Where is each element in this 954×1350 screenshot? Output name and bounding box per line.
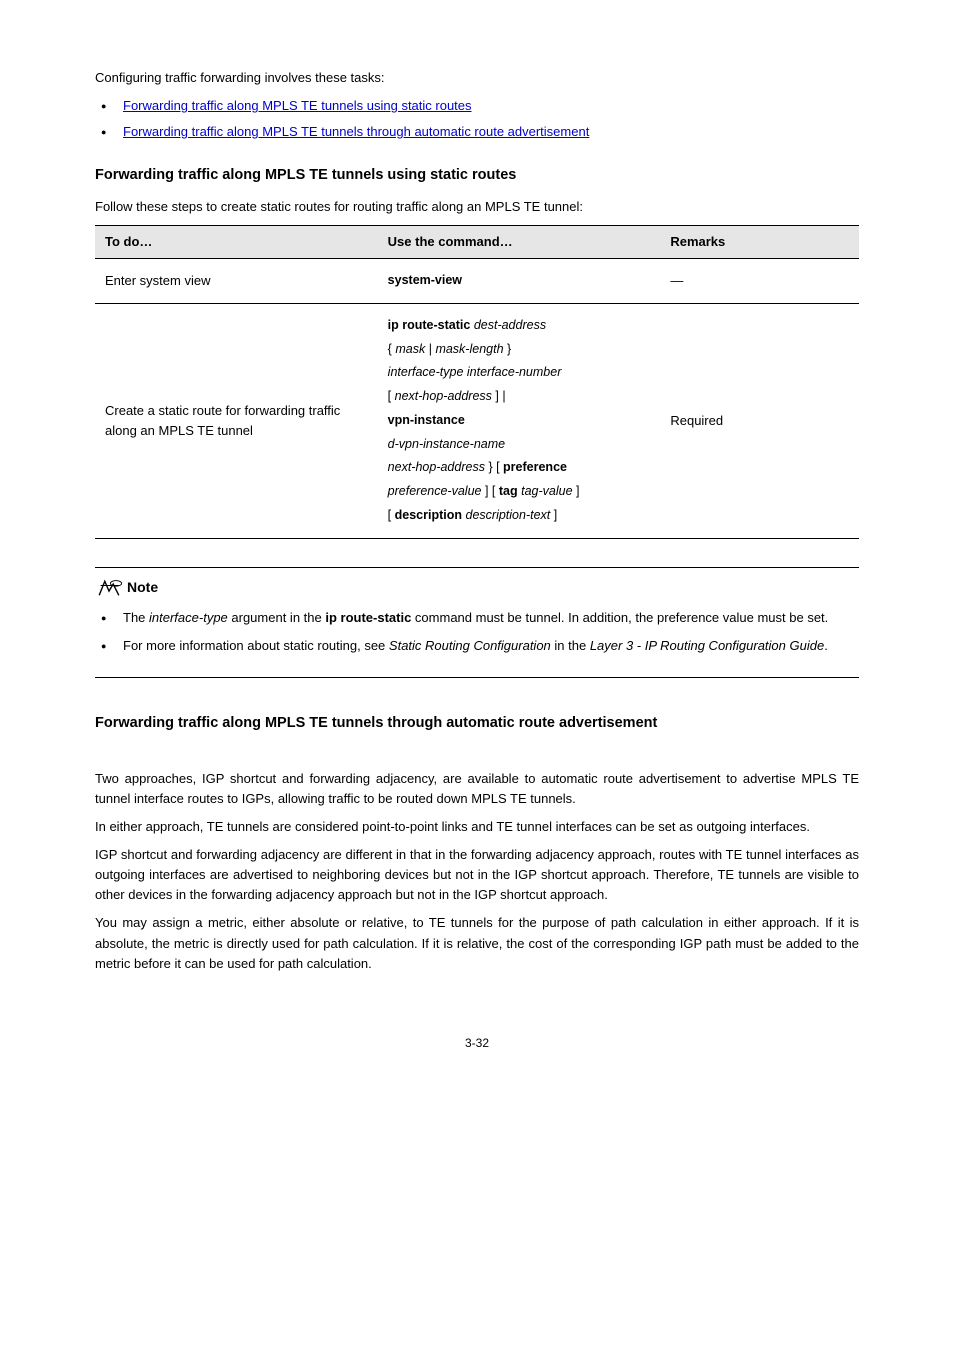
note-1-mid: argument in the xyxy=(228,610,326,625)
sep-mid: ] [ xyxy=(485,484,495,498)
note-1-arg: interface-type xyxy=(149,610,228,625)
arg-ifctype: interface-type interface-number xyxy=(388,365,562,379)
arg-masklen: mask-length xyxy=(435,342,503,356)
intro-bullet-list: Forwarding traffic along MPLS TE tunnels… xyxy=(95,96,859,142)
cell-remarks-2: Required xyxy=(660,303,859,538)
intro-bullet-2: Forwarding traffic along MPLS TE tunnels… xyxy=(95,122,859,142)
note-2-pre: For more information about static routin… xyxy=(123,638,389,653)
static-routes-lead: Follow these steps to create static rout… xyxy=(95,197,859,217)
table-row: Create a static route for forwarding tra… xyxy=(95,303,859,538)
auto-p2: In either approach, TE tunnels are consi… xyxy=(95,817,859,837)
cell-todo-1: Enter system view xyxy=(95,259,378,304)
intro-lead: Configuring traffic forwarding involves … xyxy=(95,68,859,88)
arg-desc: description-text xyxy=(466,508,551,522)
cmd-system-view: system-view xyxy=(388,273,462,287)
note-separator-top xyxy=(95,567,859,568)
note-header: Note xyxy=(95,578,859,600)
page-number: 3-32 xyxy=(95,1034,859,1053)
cell-todo-2: Create a static route for forwarding tra… xyxy=(95,303,378,538)
kw-iproute: ip route-static xyxy=(388,318,471,332)
arg-mask: mask xyxy=(395,342,425,356)
auto-p3: IGP shortcut and forwarding adjacency ar… xyxy=(95,845,859,905)
intro-bullet-1: Forwarding traffic along MPLS TE tunnels… xyxy=(95,96,859,116)
note-list: The interface-type argument in the ip ro… xyxy=(95,606,859,659)
note-2-mid: in the xyxy=(551,638,590,653)
sep-close2: ] xyxy=(554,508,557,522)
note-2-ital2: Layer 3 - IP Routing Configuration Guide xyxy=(590,638,824,653)
cell-cmd-2: ip route-static dest-address { mask | ma… xyxy=(378,303,661,538)
sep-brk-open: [ xyxy=(388,389,391,403)
sep-mid2: ] xyxy=(576,484,579,498)
cell-cmd-1: system-view xyxy=(378,259,661,304)
auto-p1: Two approaches, IGP shortcut and forward… xyxy=(95,769,859,809)
note-2-post: . xyxy=(824,638,828,653)
sep-brace-close: } xyxy=(507,342,511,356)
kw-desc: description xyxy=(395,508,462,522)
note-icon xyxy=(95,578,123,600)
table-header-todo: To do… xyxy=(95,226,378,259)
note-1-post: command must be tunnel. In addition, the… xyxy=(411,610,828,625)
sep-brace-open: { xyxy=(388,342,392,356)
arg-nexthop: next-hop-address xyxy=(395,389,492,403)
auto-p4: You may assign a metric, either absolute… xyxy=(95,913,859,973)
note-1-pre: The xyxy=(123,610,149,625)
note-2-ital1: Static Routing Configuration xyxy=(389,638,551,653)
note-item-2: For more information about static routin… xyxy=(95,634,859,659)
sep-close-brace: } [ xyxy=(488,460,499,474)
cell-remarks-1: — xyxy=(660,259,859,304)
arg-nexthop2: next-hop-address xyxy=(388,460,485,474)
link-static-routes[interactable]: Forwarding traffic along MPLS TE tunnels… xyxy=(123,98,472,113)
table-header-remarks: Remarks xyxy=(660,226,859,259)
table-row: Enter system view system-view — xyxy=(95,259,859,304)
sep-open2: [ xyxy=(388,508,391,522)
sep-brk-close: ] | xyxy=(495,389,505,403)
note-label: Note xyxy=(127,577,158,599)
arg-tagval: tag-value xyxy=(521,484,572,498)
auto-route-heading: Forwarding traffic along MPLS TE tunnels… xyxy=(95,712,859,734)
note-separator-bottom xyxy=(95,677,859,678)
table-header-command: Use the command… xyxy=(378,226,661,259)
note-item-1: The interface-type argument in the ip ro… xyxy=(95,606,859,631)
arg-prefval: preference-value xyxy=(388,484,482,498)
kw-tag: tag xyxy=(499,484,518,498)
link-auto-advertisement[interactable]: Forwarding traffic along MPLS TE tunnels… xyxy=(123,124,589,139)
arg-dest: dest-address xyxy=(474,318,546,332)
config-table: To do… Use the command… Remarks Enter sy… xyxy=(95,225,859,539)
note-1-cmd: ip route-static xyxy=(325,610,411,625)
arg-dvpn: d-vpn-instance-name xyxy=(388,437,505,451)
static-routes-heading: Forwarding traffic along MPLS TE tunnels… xyxy=(95,164,859,186)
kw-vpn: vpn-instance xyxy=(388,413,465,427)
kw-pref: preference xyxy=(503,460,567,474)
